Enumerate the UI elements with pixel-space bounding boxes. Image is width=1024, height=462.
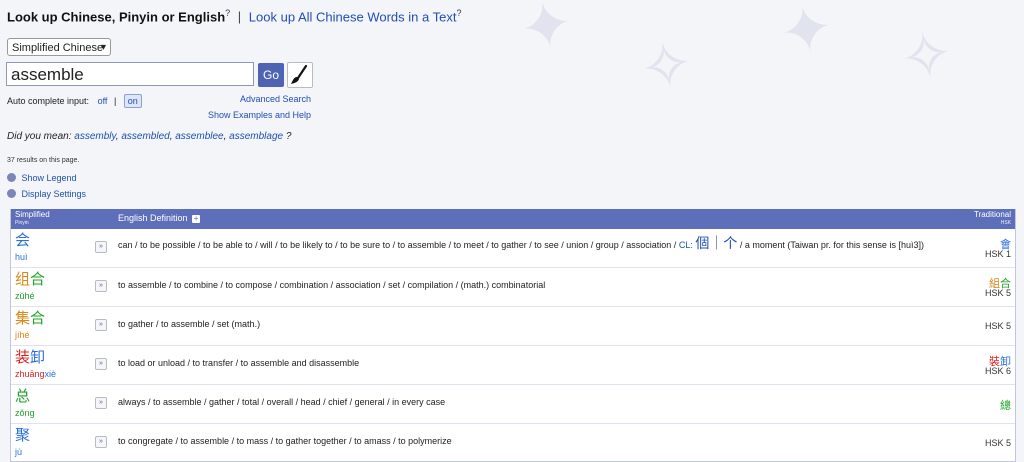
pinyin: jù <box>15 447 23 457</box>
background-calligraphy: ✦ <box>513 0 580 69</box>
pinyin: huì <box>15 252 28 262</box>
autocomplete-on[interactable]: on <box>123 94 142 108</box>
definition: to load or unload / to transfer / to ass… <box>118 358 360 368</box>
pinyin: zhuāngxiè <box>15 369 57 379</box>
lookup-all-link[interactable]: Look up All Chinese Words in a Text <box>249 9 457 24</box>
traditional-chars[interactable]: 總 <box>1000 397 1011 413</box>
table-row[interactable]: 总 zǒng » always / to assemble / gather /… <box>11 385 1015 424</box>
pinyin: zǔhé <box>15 291 35 301</box>
did-you-mean: Did you mean: assembly, assembled, assem… <box>7 131 292 142</box>
simplified-chars[interactable]: 聚 <box>15 426 30 444</box>
header-pinyin-label: Pinyin <box>15 220 29 226</box>
expand-icon[interactable]: + <box>192 215 201 223</box>
show-legend-link[interactable]: Show Legend <box>7 173 77 183</box>
suggestion-link[interactable]: assemblee <box>175 131 223 142</box>
suggestion-link[interactable]: assemblage <box>229 131 283 142</box>
help-mark[interactable]: ? <box>225 8 230 18</box>
autocomplete-label: Auto complete input: <box>7 96 90 106</box>
script-select-value: Simplified Chinese <box>12 42 104 54</box>
handwriting-brush-button[interactable] <box>287 62 313 88</box>
chevron-right-icon[interactable]: » <box>95 280 107 292</box>
table-row[interactable]: 装卸 zhuāngxiè » to load or unload / to tr… <box>11 346 1015 385</box>
display-settings-link[interactable]: Display Settings <box>7 189 86 199</box>
table-header: Simplified Pinyin English Definition + T… <box>11 209 1015 229</box>
suggestion-link[interactable]: assembly <box>74 131 116 142</box>
header-simplified: Simplified Pinyin <box>15 210 50 228</box>
definition-post: / a moment (Taiwan pr. for this sense is… <box>739 240 924 250</box>
display-settings-label: Display Settings <box>21 189 87 199</box>
autocomplete-separator: | <box>113 96 117 106</box>
chevron-down-icon: ▾ <box>100 42 106 53</box>
help-mark-2[interactable]: ? <box>456 8 461 18</box>
simplified-chars[interactable]: 总 <box>15 387 30 405</box>
separator: | <box>237 9 242 25</box>
header-traditional-label: Traditional <box>973 210 1011 219</box>
chevron-right-icon[interactable]: » <box>95 241 107 253</box>
autocomplete-off[interactable]: off <box>98 96 108 106</box>
table-row[interactable]: 集合 jíhé » to gather / to assemble / set … <box>11 307 1015 346</box>
hsk-level: HSK 1 <box>984 249 1011 259</box>
chevron-right-icon[interactable]: » <box>95 358 107 370</box>
lookup-label: Look up Chinese, Pinyin or English <box>7 9 226 25</box>
page-title-bar: Look up Chinese, Pinyin or English? | Lo… <box>7 8 461 24</box>
show-examples-link[interactable]: Show Examples and Help <box>208 107 311 123</box>
definition: to congregate / to assemble / to mass / … <box>118 436 452 446</box>
did-you-mean-end: ? <box>285 131 292 142</box>
simplified-chars[interactable]: 组合 <box>15 270 45 288</box>
gear-icon <box>7 189 16 198</box>
info-icon <box>7 173 16 182</box>
brush-icon <box>291 64 308 84</box>
header-simplified-label: Simplified <box>15 210 50 219</box>
hsk-level: HSK 6 <box>984 366 1011 376</box>
did-you-mean-label: Did you mean: <box>7 131 72 142</box>
header-definition: English Definition + <box>118 213 201 223</box>
definition: always / to assemble / gather / total / … <box>118 397 446 407</box>
hsk-level: HSK 5 <box>984 321 1011 331</box>
background-calligraphy: ✧ <box>893 15 960 99</box>
background-calligraphy: ✧ <box>633 25 700 109</box>
simplified-chars[interactable]: 集合 <box>15 309 45 327</box>
simplified-chars[interactable]: 会 <box>15 231 30 249</box>
chevron-right-icon[interactable]: » <box>95 397 107 409</box>
table-row[interactable]: 会 huì » can / to be possible / to be abl… <box>11 229 1015 268</box>
search-links: Advanced Search Show Examples and Help <box>208 91 311 123</box>
hsk-level: HSK 5 <box>984 438 1011 448</box>
definition: to assemble / to combine / to compose / … <box>118 280 546 290</box>
definition-pre: can / to be possible / to be able to / w… <box>118 240 677 250</box>
go-button[interactable]: Go <box>258 63 284 87</box>
pinyin: jíhé <box>15 330 30 340</box>
suggestion-link[interactable]: assembled <box>121 131 169 142</box>
search-input[interactable]: assemble <box>6 62 254 86</box>
definition: can / to be possible / to be able to / w… <box>118 235 953 251</box>
background-calligraphy: ✦ <box>773 0 840 73</box>
definition: to gather / to assemble / set (math.) <box>118 319 261 329</box>
results-count: 37 results on this page. <box>7 157 80 164</box>
table-row[interactable]: 组合 zǔhé » to assemble / to combine / to … <box>11 268 1015 307</box>
advanced-search-link[interactable]: Advanced Search <box>208 91 311 107</box>
measure-word-label: CL: <box>678 240 693 250</box>
simplified-chars[interactable]: 装卸 <box>15 348 45 366</box>
header-definition-label: English Definition <box>118 213 188 223</box>
header-hsk-label: HSK <box>1000 220 1011 226</box>
autocomplete-row: Auto complete input: off | on <box>7 94 142 108</box>
show-legend-label: Show Legend <box>21 173 77 183</box>
results-table: Simplified Pinyin English Definition + T… <box>10 209 1016 462</box>
script-select[interactable]: Simplified Chinese ▾ <box>7 38 111 56</box>
chevron-right-icon[interactable]: » <box>95 319 107 331</box>
measure-word-chars[interactable]: 個｜个 <box>695 235 737 251</box>
chevron-right-icon[interactable]: » <box>95 436 107 448</box>
hsk-level: HSK 5 <box>984 288 1011 298</box>
pinyin: zǒng <box>15 408 35 418</box>
table-row[interactable]: 聚 jù » to congregate / to assemble / to … <box>11 424 1015 461</box>
header-traditional: Traditional HSK <box>974 210 1011 228</box>
